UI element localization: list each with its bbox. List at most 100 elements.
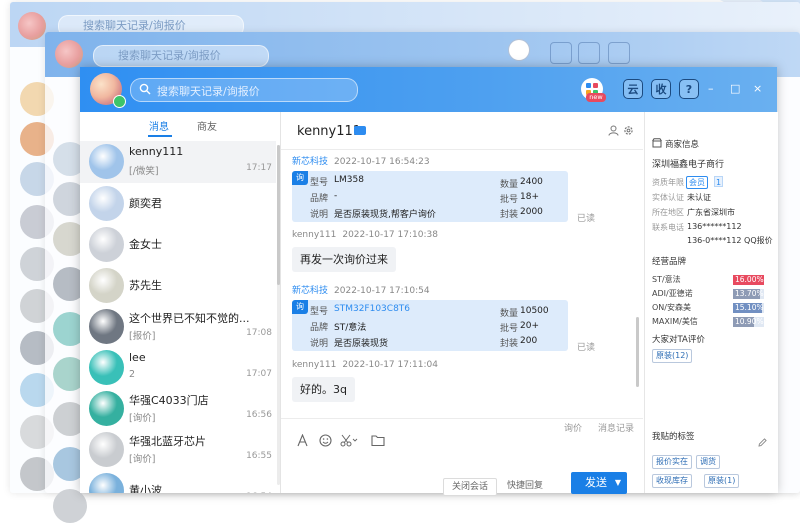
merchant-section-title: 商家信息 bbox=[665, 140, 700, 150]
edit-icon[interactable] bbox=[758, 438, 767, 447]
contact-name: 这个世界已不知不觉的... bbox=[129, 312, 250, 325]
contact-list-scrollbar[interactable] bbox=[277, 145, 280, 485]
inquiry-link[interactable]: 询价 bbox=[564, 421, 582, 434]
emoji-icon[interactable] bbox=[319, 434, 332, 447]
contact-preview: [/微笑] bbox=[129, 166, 159, 177]
read-status: 已读 bbox=[577, 343, 596, 353]
my-tags-title: 我贴的标签 bbox=[652, 432, 695, 442]
screenshot-icon[interactable] bbox=[340, 434, 358, 447]
card-qty-value: 10500 bbox=[520, 306, 549, 316]
inquiry-card[interactable]: 询 型号 STM32F103C8T6 品牌 ST/意法 说明 是否原装现货 数量… bbox=[292, 300, 568, 351]
qq-quote-link[interactable]: 136-0****112 QQ报价 bbox=[687, 235, 773, 246]
merchant-panel: 商家信息 深圳福鑫电子商行 资质年限 会员 1 实体认证 未认证 所在地区 广东… bbox=[644, 112, 778, 493]
message-sender: 新芯科技 2022-10-17 16:54:23 bbox=[292, 154, 430, 167]
font-icon[interactable] bbox=[296, 434, 309, 447]
brand-share-percent: 10.90% bbox=[735, 317, 764, 326]
my-tag[interactable]: 原装(1) bbox=[704, 474, 740, 488]
contact-avatar bbox=[89, 473, 124, 493]
brand-share-bar: 15.10% bbox=[733, 303, 764, 313]
contact-avatar bbox=[89, 144, 124, 179]
my-tag[interactable]: 报价实在 bbox=[652, 455, 692, 469]
settings-icon[interactable] bbox=[623, 125, 634, 136]
folder-icon[interactable] bbox=[371, 434, 385, 447]
card-pack-label: 封装 bbox=[500, 339, 519, 349]
contact-preview: [询价] bbox=[129, 413, 156, 424]
contact-name: kenny111 bbox=[129, 145, 184, 158]
company-name: 深圳福鑫电子商行 bbox=[652, 160, 725, 170]
user-profile-icon[interactable] bbox=[608, 125, 619, 136]
chat-window: new 云 收 ? – □ × 消息 商友 kenny111 [/微笑] 17:17… bbox=[80, 67, 778, 496]
card-brand-label: 品牌 bbox=[310, 194, 329, 204]
card-qty-value: 2400 bbox=[520, 177, 543, 187]
contact-name: 苏先生 bbox=[129, 279, 162, 292]
new-badge: new bbox=[586, 93, 606, 102]
my-tag[interactable]: 收现库存 bbox=[652, 474, 692, 488]
field-label: 资质年限 bbox=[652, 178, 684, 187]
brand-share-percent: 16.00% bbox=[735, 275, 764, 284]
card-model-link[interactable]: STM32F103C8T6 bbox=[334, 304, 410, 314]
message-list-scrollbar[interactable] bbox=[636, 317, 639, 387]
chat-pane: kenny111 新芯科技 2022-10-17 16:54:23 询 型号 LM… bbox=[281, 112, 643, 496]
message-bubble: 再发一次询价过来 bbox=[292, 247, 396, 272]
close-button[interactable]: × bbox=[753, 83, 762, 95]
read-status: 已读 bbox=[577, 214, 596, 224]
review-title: 大家对TA评价 bbox=[652, 335, 705, 345]
message-list: 新芯科技 2022-10-17 16:54:23 询 型号 LM358 品牌 - … bbox=[281, 150, 643, 418]
message-history-link[interactable]: 消息记录 bbox=[598, 421, 634, 434]
send-options-chevron-icon[interactable]: ▼ bbox=[615, 472, 621, 494]
send-button[interactable]: 发送 ▼ bbox=[571, 472, 627, 494]
brands-title: 经营品牌 bbox=[652, 257, 687, 267]
card-brand-value: - bbox=[334, 191, 338, 201]
brand-share-bar: 13.70% bbox=[733, 289, 764, 299]
contact-item[interactable]: 金女士 bbox=[80, 224, 276, 265]
background-contact-avatar bbox=[53, 489, 87, 523]
contact-name: 华强北蓝牙芯片 bbox=[129, 435, 206, 448]
message-time: 2022-10-17 17:10:38 bbox=[342, 230, 438, 240]
contact-item[interactable]: 这个世界已不知不觉的... [报价] 17:08 bbox=[80, 306, 276, 347]
contact-name: lee bbox=[129, 351, 146, 364]
my-tag[interactable]: 调货 bbox=[696, 455, 720, 469]
contact-name: 金女士 bbox=[129, 238, 162, 251]
contact-item[interactable]: 苏先生 bbox=[80, 265, 276, 306]
search-box[interactable] bbox=[130, 78, 358, 102]
tab-messages[interactable]: 消息 bbox=[149, 118, 169, 133]
maximize-button[interactable]: □ bbox=[730, 83, 740, 95]
card-note-value: 是否原装现货 bbox=[334, 339, 389, 349]
contact-item[interactable]: 华强北蓝牙芯片 [询价] 16:55 bbox=[80, 429, 276, 470]
contact-item[interactable]: 黄小波16:54 bbox=[80, 470, 276, 493]
close-session-button[interactable]: 关闭会话 bbox=[443, 478, 498, 496]
inquiry-card[interactable]: 询 型号 LM358 品牌 - 说明 是否原装现货,帮客户询价 数量 2400 … bbox=[292, 171, 568, 222]
cloud-button[interactable]: 云 bbox=[623, 79, 643, 99]
sender-name: 新芯科技 bbox=[292, 286, 329, 296]
title-bar: new 云 收 ? – □ × bbox=[80, 67, 777, 112]
card-brand-value: ST/意法 bbox=[334, 323, 367, 333]
collect-button[interactable]: 收 bbox=[651, 79, 671, 99]
contact-list: kenny111 [/微笑] 17:17 颜奕君金女士苏先生这个世界已不知不觉的...… bbox=[80, 141, 276, 493]
search-input[interactable] bbox=[155, 80, 349, 102]
background-avatar-icon bbox=[55, 40, 83, 68]
minimize-button[interactable]: – bbox=[708, 83, 714, 95]
contact-avatar bbox=[89, 186, 124, 221]
contact-item[interactable]: 华强C4033门店 [询价] 16:56 bbox=[80, 388, 276, 429]
send-label: 发送 bbox=[585, 476, 607, 489]
contact-preview: 2 bbox=[129, 369, 136, 380]
message-sender: kenny111 2022-10-17 17:11:04 bbox=[292, 360, 438, 370]
brand-name: MAXIM/美信 bbox=[652, 317, 698, 326]
brand-share-percent: 15.10% bbox=[735, 303, 764, 312]
brand-name: ST/意法 bbox=[652, 275, 681, 284]
card-model-label: 型号 bbox=[310, 307, 329, 317]
help-button[interactable]: ? bbox=[679, 79, 699, 99]
card-pack-label: 封装 bbox=[500, 210, 519, 220]
compose-area[interactable]: 关闭会话 快捷回复 发送 ▼ bbox=[281, 460, 643, 496]
contact-item[interactable]: lee 2 17:07 bbox=[80, 347, 276, 388]
quick-reply-button[interactable]: 快捷回复 bbox=[507, 478, 543, 494]
message-time: 2022-10-17 17:11:04 bbox=[342, 360, 438, 370]
contact-time: 16:56 bbox=[246, 410, 272, 420]
tab-contacts[interactable]: 商友 bbox=[197, 118, 217, 133]
contact-time: 17:17 bbox=[246, 163, 272, 173]
card-batch-value: 20+ bbox=[520, 321, 539, 331]
card-pack-value: 2000 bbox=[520, 207, 543, 217]
card-batch-label: 批号 bbox=[500, 195, 519, 205]
contact-item[interactable]: kenny111 [/微笑] 17:17 bbox=[80, 141, 276, 183]
contact-item[interactable]: 颜奕君 bbox=[80, 183, 276, 224]
